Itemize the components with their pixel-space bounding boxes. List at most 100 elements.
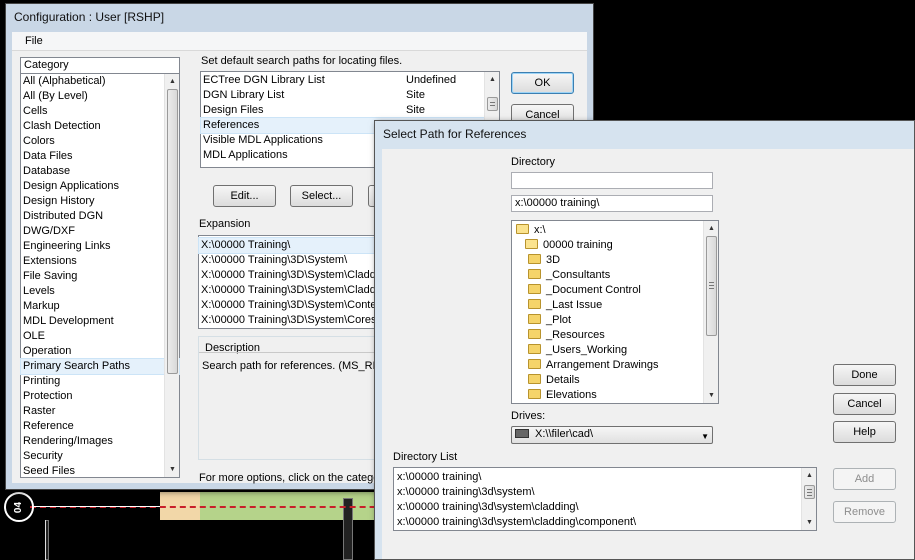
category-item[interactable]: Data Files <box>21 149 179 164</box>
expansion-item[interactable]: X:\00000 Training\3D\System\Conte <box>199 298 397 313</box>
category-item[interactable]: Cells <box>21 104 179 119</box>
category-item[interactable]: All (Alphabetical) <box>21 74 179 89</box>
folder-tree-item[interactable]: _Document Control <box>516 283 718 298</box>
category-item[interactable]: Distributed DGN <box>21 209 179 224</box>
category-item[interactable]: Design Applications <box>21 179 179 194</box>
folder-tree[interactable]: x:\ 00000 training 3D _Consultants _Document… <box>511 220 719 404</box>
configuration-window-title: Configuration : User [RSHP] <box>14 10 165 24</box>
category-scrollbar[interactable]: ▲ ▼ <box>164 74 179 477</box>
done-button[interactable]: Done <box>833 364 896 386</box>
category-item[interactable]: Seed Files <box>21 464 179 479</box>
directory-list-item[interactable]: x:\00000 training\3d\system\cladding\com… <box>397 515 816 530</box>
category-item[interactable]: MDL Development <box>21 314 179 329</box>
scroll-up-arrow-icon[interactable]: ▲ <box>165 74 180 89</box>
directory-list-item[interactable]: x:\00000 training\3d\system\cladding\ <box>397 500 816 515</box>
category-item[interactable]: Extensions <box>21 254 179 269</box>
folder-icon <box>528 299 541 309</box>
add-button[interactable]: Add <box>833 468 896 490</box>
folder-tree-item[interactable]: 3D <box>516 253 718 268</box>
select-path-dialog: Select Path for References Directory x:\… <box>374 120 915 560</box>
scroll-up-arrow-icon[interactable]: ▲ <box>802 468 817 483</box>
expansion-item[interactable]: X:\00000 Training\3D\System\Cores <box>199 313 397 328</box>
category-item[interactable]: Operation <box>21 344 179 359</box>
search-path-name: References <box>203 119 260 131</box>
folder-tree-label: Details <box>546 374 580 386</box>
category-item[interactable]: Clash Detection <box>21 119 179 134</box>
folder-tree-item[interactable]: Details <box>516 373 718 388</box>
edit-button[interactable]: Edit... <box>213 185 276 207</box>
expansion-item[interactable]: X:\00000 Training\3D\System\Cladd <box>199 268 397 283</box>
directory-input[interactable] <box>511 172 713 189</box>
folder-icon <box>528 359 541 369</box>
search-path-level: Undefined <box>406 74 457 86</box>
scroll-up-arrow-icon[interactable]: ▲ <box>485 72 500 87</box>
folder-tree-item[interactable]: Elevations <box>516 388 718 403</box>
folder-tree-scrollbar[interactable]: ▲ ▼ <box>703 221 718 403</box>
category-item[interactable]: File Saving <box>21 269 179 284</box>
category-item[interactable]: Colors <box>21 134 179 149</box>
network-drive-icon <box>515 429 529 438</box>
folder-tree-item[interactable]: Arrangement Drawings <box>516 358 718 373</box>
folder-tree-label: _Consultants <box>546 269 611 281</box>
drives-dropdown-value: X:\\filer\cad\ <box>535 428 594 440</box>
folder-tree-item[interactable]: _Resources <box>516 328 718 343</box>
folder-tree-item[interactable]: _Plot <box>516 313 718 328</box>
category-item[interactable]: Engineering Links <box>21 239 179 254</box>
expansion-item[interactable]: X:\00000 Training\ <box>198 237 398 254</box>
category-item[interactable]: Rendering/Images <box>21 434 179 449</box>
category-item[interactable]: DWG/DXF <box>21 224 179 239</box>
menu-file[interactable]: File <box>25 35 43 47</box>
expansion-list[interactable]: X:\00000 Training\ X:\00000 Training\3D\S… <box>198 235 398 329</box>
help-button[interactable]: Help <box>833 421 896 443</box>
drives-dropdown[interactable]: X:\\filer\cad\ ▼ <box>511 426 713 444</box>
directory-list[interactable]: x:\00000 training\ x:\00000 training\3d\s… <box>393 467 817 531</box>
directory-list-item[interactable]: x:\00000 training\3d\system\ <box>397 485 816 500</box>
select-button[interactable]: Select... <box>290 185 353 207</box>
folder-tree-item[interactable]: _Users_Working <box>516 343 718 358</box>
expansion-item[interactable]: X:\00000 Training\3D\System\Claddi <box>199 283 397 298</box>
ok-button[interactable]: OK <box>511 72 574 94</box>
scroll-thumb[interactable] <box>167 89 178 374</box>
description-group: Description Search path for references. … <box>198 336 398 460</box>
category-item[interactable]: Levels <box>21 284 179 299</box>
scroll-up-arrow-icon[interactable]: ▲ <box>704 221 719 236</box>
search-path-item[interactable]: DGN Library List Site <box>201 88 484 103</box>
scroll-thumb[interactable] <box>706 236 717 336</box>
folder-tree-rows: x:\ 00000 training 3D _Consultants _Document… <box>512 221 718 403</box>
expansion-item[interactable]: X:\00000 Training\3D\System\ <box>199 253 397 268</box>
scroll-down-arrow-icon[interactable]: ▼ <box>704 388 719 403</box>
search-path-name: MDL Applications <box>203 149 288 161</box>
directory-list-item[interactable]: x:\00000 training\ <box>397 470 816 485</box>
category-item[interactable]: Markup <box>21 299 179 314</box>
category-item[interactable]: Security <box>21 449 179 464</box>
folder-tree-item[interactable]: x:\ <box>516 223 718 238</box>
folder-tree-label: _Plot <box>546 314 572 326</box>
category-item[interactable]: Database <box>21 164 179 179</box>
folder-tree-item[interactable]: _Last Issue <box>516 298 718 313</box>
scroll-thumb[interactable] <box>804 485 815 499</box>
category-item[interactable]: Protection <box>21 389 179 404</box>
folder-tree-label: 3D <box>546 254 561 266</box>
category-item[interactable]: Primary Search Paths <box>20 358 180 375</box>
search-path-item[interactable]: ECTree DGN Library List Undefined <box>201 73 484 88</box>
open-folder-icon <box>525 239 538 249</box>
scroll-thumb[interactable] <box>487 97 498 111</box>
search-path-item[interactable]: Design Files Site <box>201 103 484 118</box>
category-item[interactable]: Raster <box>21 404 179 419</box>
cancel-button[interactable]: Cancel <box>833 393 896 415</box>
category-item[interactable]: OLE <box>21 329 179 344</box>
folder-icon <box>528 374 541 384</box>
category-item[interactable]: Design History <box>21 194 179 209</box>
scroll-down-arrow-icon[interactable]: ▼ <box>165 462 180 477</box>
category-list[interactable]: All (Alphabetical) All (By Level) Cells Cla… <box>20 73 180 478</box>
select-path-dialog-body: Directory x:\00000 training\ x:\ 00000 tr… <box>382 149 914 559</box>
remove-button[interactable]: Remove <box>833 501 896 523</box>
category-item[interactable]: Printing <box>21 374 179 389</box>
scroll-down-arrow-icon[interactable]: ▼ <box>802 515 817 530</box>
directory-list-scrollbar[interactable]: ▲ ▼ <box>801 468 816 530</box>
folder-tree-item[interactable]: _Consultants <box>516 268 718 283</box>
folder-tree-label: 00000 training <box>543 239 613 251</box>
category-item[interactable]: All (By Level) <box>21 89 179 104</box>
category-item[interactable]: Reference <box>21 419 179 434</box>
folder-tree-item[interactable]: 00000 training <box>516 238 718 253</box>
